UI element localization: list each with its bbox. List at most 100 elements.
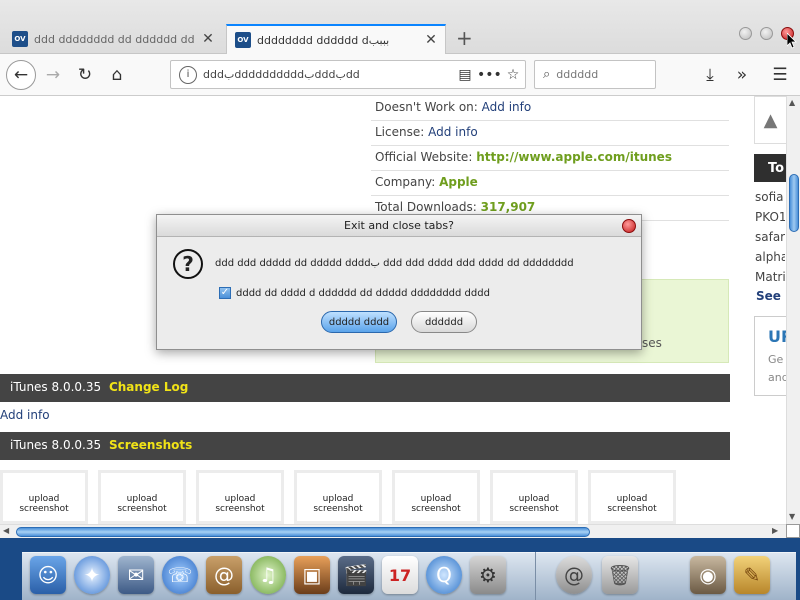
ical-calendar-icon[interactable]: 17 [382,556,418,594]
system-preferences-icon[interactable]: ⚙ [470,556,506,594]
mouse-cursor-icon [787,33,797,49]
dialog-title: Exit and close tabs? [157,215,641,237]
section-prefix: iTunes 8.0.0.35 [10,438,102,452]
tab-favicon: OV [235,32,251,48]
section-prefix: iTunes 8.0.0.35 [10,380,102,394]
tab-title: dddddddd dddddd dبببب [257,33,390,47]
download-icon[interactable]: ⤓ [697,62,723,88]
website-label: Official Website: [375,150,473,164]
vertical-scroll-thumb[interactable] [789,174,799,232]
website-row: Official Website: http://www.apple.com/i… [371,146,729,171]
upload-screenshot-slot[interactable]: upload screenshot [0,470,88,524]
checkbox-checked-icon[interactable]: ✓ [219,287,231,299]
cancel-button[interactable]: dddddd [411,311,477,333]
scroll-up-arrow-icon[interactable]: ▲ [789,98,795,107]
horizontal-scroll-thumb[interactable] [16,527,590,537]
menu-hamburger-icon[interactable]: ☰ [767,62,793,88]
horizontal-scrollbar[interactable]: ◀ ▶ [0,524,786,538]
close-tab-icon[interactable]: ✕ [423,32,439,48]
scroll-right-arrow-icon[interactable]: ▶ [772,526,778,535]
page-actions-icon[interactable]: ••• [477,67,502,83]
download-box-text: ses [642,336,662,350]
question-icon: ? [173,249,203,279]
dialog-close-button[interactable] [622,219,636,233]
license-add-info-link[interactable]: Add info [428,125,478,139]
imovie-clapper-icon[interactable]: 🎬 [338,556,374,594]
close-tab-icon[interactable]: ✕ [200,31,216,47]
official-website-link[interactable]: http://www.apple.com/itunes [476,150,672,164]
pencil-cup-icon[interactable]: ✎ [734,556,770,594]
finder-icon[interactable]: ☺ [30,556,66,594]
trash-icon[interactable]: 🗑 [602,556,638,594]
top-list-item[interactable]: PKO1 [755,210,785,224]
itunes-icon[interactable]: ♫ [250,556,286,594]
company-link[interactable]: Apple [439,175,478,189]
scroll-left-arrow-icon[interactable]: ◀ [3,526,9,535]
top-list-item[interactable]: safar [755,230,785,244]
search-placeholder: dddddd [556,68,599,81]
license-row: License: Add info [371,121,729,146]
promo-title: UR [768,327,786,346]
overflow-chevron-icon[interactable]: » [729,62,755,88]
address-book-icon[interactable]: @ [206,556,242,594]
scrollbar-corner [786,524,800,538]
section-highlight: Change Log [108,380,189,394]
new-tab-icon[interactable]: + [456,26,473,50]
upload-screenshot-slot[interactable]: upload screenshot [392,470,480,524]
address-bar[interactable]: i dddبddddddddddبdddبdd ▤ ••• ☆ [170,60,526,89]
doesnt-work-row: Doesn't Work on: Add info [371,96,729,121]
mail-bird-icon[interactable]: ✉ [118,556,154,594]
dialog-checkbox-label: dddd dd dddd d dddddd dd ddddd dddddddd … [236,287,490,299]
site-info-icon[interactable]: i [179,65,197,84]
changelog-section-header: iTunes 8.0.0.35 Change Log [0,374,730,402]
search-icon: ⌕ [543,67,551,82]
vertical-scrollbar[interactable]: ▲ ▼ [786,96,800,524]
promo-text-1: Ge [768,353,784,366]
top-list-item[interactable]: Matrix [755,270,785,284]
upload-screenshot-slot[interactable]: upload screenshot [588,470,676,524]
reader-view-icon[interactable]: ▤ [453,67,477,83]
search-input[interactable]: ⌕ dddddd [534,60,656,89]
tab-2-active[interactable]: OV dddddddd dddddd dبببب ✕ [226,24,446,54]
top-list-item[interactable]: sofia [755,190,785,204]
upload-screenshot-slot[interactable]: upload screenshot [196,470,284,524]
home-icon[interactable]: ⌂ [104,62,130,88]
screenshots-section-header: iTunes 8.0.0.35 Screenshots [0,432,730,460]
ichat-icon[interactable]: ☏ [162,556,198,594]
raccoon-app-icon[interactable]: ◉ [690,556,726,594]
downloads-value: 317,907 [480,200,536,214]
see-more-link[interactable]: See M [756,289,786,303]
upload-screenshot-slot[interactable]: upload screenshot [490,470,578,524]
back-arrow-icon[interactable]: ← [6,60,36,90]
upload-screenshot-slot[interactable]: upload screenshot [294,470,382,524]
maximize-window-button[interactable] [760,27,773,40]
iphoto-icon[interactable]: ▣ [294,556,330,594]
android-icon: ▲ [754,96,786,144]
changelog-add-info-link[interactable]: Add info [0,408,50,422]
section-highlight: Screenshots [108,438,193,452]
tab-bar: OV ddd dddddddd dd dddddd dd ✕ OV dddddd… [0,0,800,54]
tab-favicon: OV [12,31,28,47]
email-at-icon[interactable]: @ [556,556,592,594]
quicktime-icon[interactable]: Q [426,556,462,594]
scroll-down-arrow-icon[interactable]: ▼ [789,512,795,521]
doesnt-work-label: Doesn't Work on: [375,100,478,114]
minimize-window-button[interactable] [739,27,752,40]
promo-box: UR Ge and [754,316,786,396]
top-list-item[interactable]: alpha [755,250,785,264]
reload-icon[interactable]: ↻ [72,62,98,88]
doesnt-work-add-info-link[interactable]: Add info [482,100,532,114]
dock-separator [535,552,536,600]
forward-arrow-icon[interactable]: → [40,62,66,88]
tab-1[interactable]: OV ddd dddddddd dd dddddd dd ✕ [4,24,222,54]
upload-screenshot-slot[interactable]: upload screenshot [98,470,186,524]
bookmark-star-icon[interactable]: ☆ [501,67,525,83]
company-row: Company: Apple [371,171,729,196]
close-tabs-button[interactable]: ddddd dddd [321,311,397,333]
license-label: License: [375,125,425,139]
downloads-label: Total Downloads: [375,200,477,214]
safari-compass-icon[interactable]: ✦ [74,556,110,594]
tab-title: ddd dddddddd dd dddddd dd [34,32,195,46]
promo-text-2: and [768,371,786,384]
dialog-checkbox-row[interactable]: ✓ dddd dd dddd d dddddd dd ddddd ddddddd… [219,287,490,299]
